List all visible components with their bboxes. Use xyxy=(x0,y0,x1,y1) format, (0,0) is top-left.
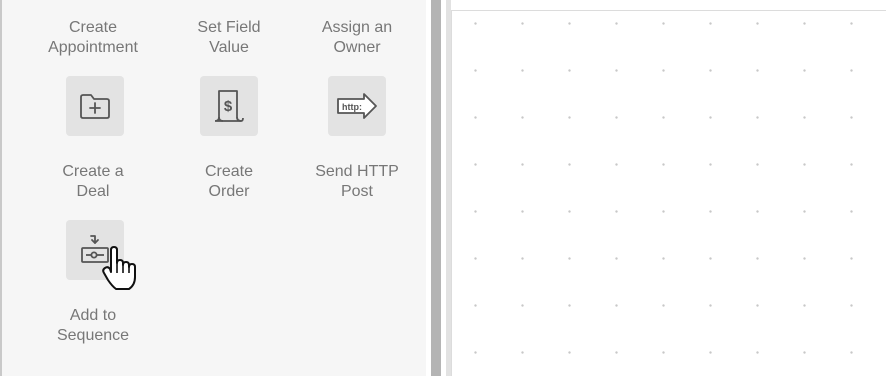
http-icon-text: http: xyxy=(342,102,362,112)
palette-item-label: Send HTTP Post xyxy=(315,163,399,200)
dollar-receipt-icon: $ xyxy=(200,76,258,136)
palette-item-create-deal[interactable]: Create a Deal xyxy=(33,76,153,206)
panel-resize-handle[interactable] xyxy=(431,0,441,376)
http-arrow-icon: http: xyxy=(328,76,386,136)
automation-builder: Create Appointment Set Field Value Assig… xyxy=(0,0,886,376)
palette-item-label: Create Appointment xyxy=(48,19,138,56)
palette-item-set-field-value[interactable]: Set Field Value xyxy=(169,18,289,62)
palette-item-label: Create Order xyxy=(204,163,254,200)
palette-item-label: Assign an Owner xyxy=(321,19,393,56)
palette-item-create-appointment[interactable]: Create Appointment xyxy=(33,18,153,62)
palette-item-assign-owner[interactable]: Assign an Owner xyxy=(297,18,417,62)
palette-item-create-order[interactable]: $ Create Order xyxy=(169,76,289,206)
palette-item-send-http-post[interactable]: http: Send HTTP Post xyxy=(297,76,417,206)
palette-item-add-to-sequence[interactable]: Add to Sequence xyxy=(33,220,153,350)
folder-plus-icon xyxy=(66,76,124,136)
workflow-canvas[interactable] xyxy=(451,10,886,376)
sequence-icon xyxy=(66,220,124,280)
action-palette: Create Appointment Set Field Value Assig… xyxy=(0,0,426,376)
palette-item-label: Set Field Value xyxy=(197,19,261,56)
palette-item-label: Create a Deal xyxy=(62,163,124,200)
palette-item-label: Add to Sequence xyxy=(56,307,130,344)
order-icon-text: $ xyxy=(224,98,233,115)
